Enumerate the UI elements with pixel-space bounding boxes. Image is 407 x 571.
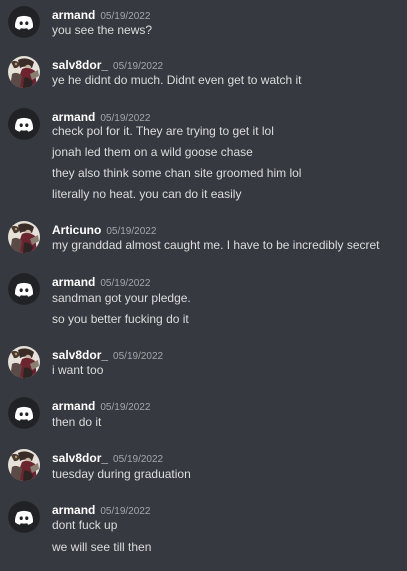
user-profile-picture [8, 449, 40, 481]
avatar[interactable] [8, 6, 40, 38]
message-header: salv8dor_ 05/19/2022 [52, 449, 163, 465]
message-header: armand 05/19/2022 [52, 273, 150, 289]
author-name[interactable]: armand [52, 503, 95, 517]
author-name[interactable]: salv8dor_ [52, 348, 108, 362]
message-header: armand 05/19/2022 [52, 6, 150, 22]
timestamp: 05/19/2022 [100, 11, 151, 22]
author-name[interactable]: salv8dor_ [52, 58, 108, 72]
timestamp: 05/19/2022 [100, 278, 151, 289]
message-text: then do it [52, 415, 102, 429]
avatar[interactable] [8, 56, 40, 88]
message-text: literally no heat. you can do it easily [52, 187, 242, 201]
message-text: jonah led them on a wild goose chase [52, 145, 253, 159]
message-text: dont fuck up [52, 518, 118, 532]
author-name[interactable]: Articuno [52, 223, 101, 237]
message-header: salv8dor_ 05/19/2022 [52, 56, 163, 72]
message-text: check pol for it. They are trying to get… [52, 124, 274, 138]
timestamp: 05/19/2022 [100, 402, 151, 413]
message-header: armand 05/19/2022 [52, 108, 150, 124]
message-text: we will see till then [52, 540, 152, 554]
message-text: so you better fucking do it [52, 312, 189, 326]
author-name[interactable]: armand [52, 275, 95, 289]
user-profile-picture [8, 346, 40, 378]
avatar[interactable] [8, 273, 40, 305]
timestamp: 05/19/2022 [100, 506, 151, 517]
message-text: you see the news? [52, 23, 153, 37]
message-header: armand 05/19/2022 [52, 501, 150, 517]
timestamp: 05/19/2022 [106, 226, 157, 237]
discord-logo-icon [8, 501, 40, 533]
discord-logo-icon [8, 108, 40, 140]
message-text: they also think some chan site groomed h… [52, 166, 302, 180]
author-name[interactable]: armand [52, 8, 95, 22]
user-profile-picture [8, 56, 40, 88]
avatar[interactable] [8, 108, 40, 140]
timestamp: 05/19/2022 [113, 61, 164, 72]
message-text: tuesday during graduation [52, 467, 191, 481]
author-name[interactable]: armand [52, 399, 95, 413]
avatar[interactable] [8, 397, 40, 429]
timestamp: 05/19/2022 [113, 454, 164, 465]
message-text: ye he didnt do much. Didnt even get to w… [52, 73, 302, 87]
author-name[interactable]: armand [52, 110, 95, 124]
discord-logo-icon [8, 6, 40, 38]
message-text: i want too [52, 363, 104, 377]
discord-logo-icon [8, 273, 40, 305]
avatar[interactable] [8, 501, 40, 533]
message-header: salv8dor_ 05/19/2022 [52, 346, 163, 362]
timestamp: 05/19/2022 [113, 351, 164, 362]
user-profile-picture [8, 221, 40, 253]
message-header: armand 05/19/2022 [52, 397, 150, 413]
avatar[interactable] [8, 449, 40, 481]
avatar[interactable] [8, 221, 40, 253]
discord-logo-icon [8, 397, 40, 429]
chat-log: armand 05/19/2022 you see the news? salv8… [0, 0, 407, 571]
message-text: sandman got your pledge. [52, 291, 191, 305]
avatar[interactable] [8, 346, 40, 378]
message-text: my granddad almost caught me. I have to … [52, 238, 380, 252]
author-name[interactable]: salv8dor_ [52, 451, 108, 465]
message-header: Articuno 05/19/2022 [52, 221, 156, 237]
